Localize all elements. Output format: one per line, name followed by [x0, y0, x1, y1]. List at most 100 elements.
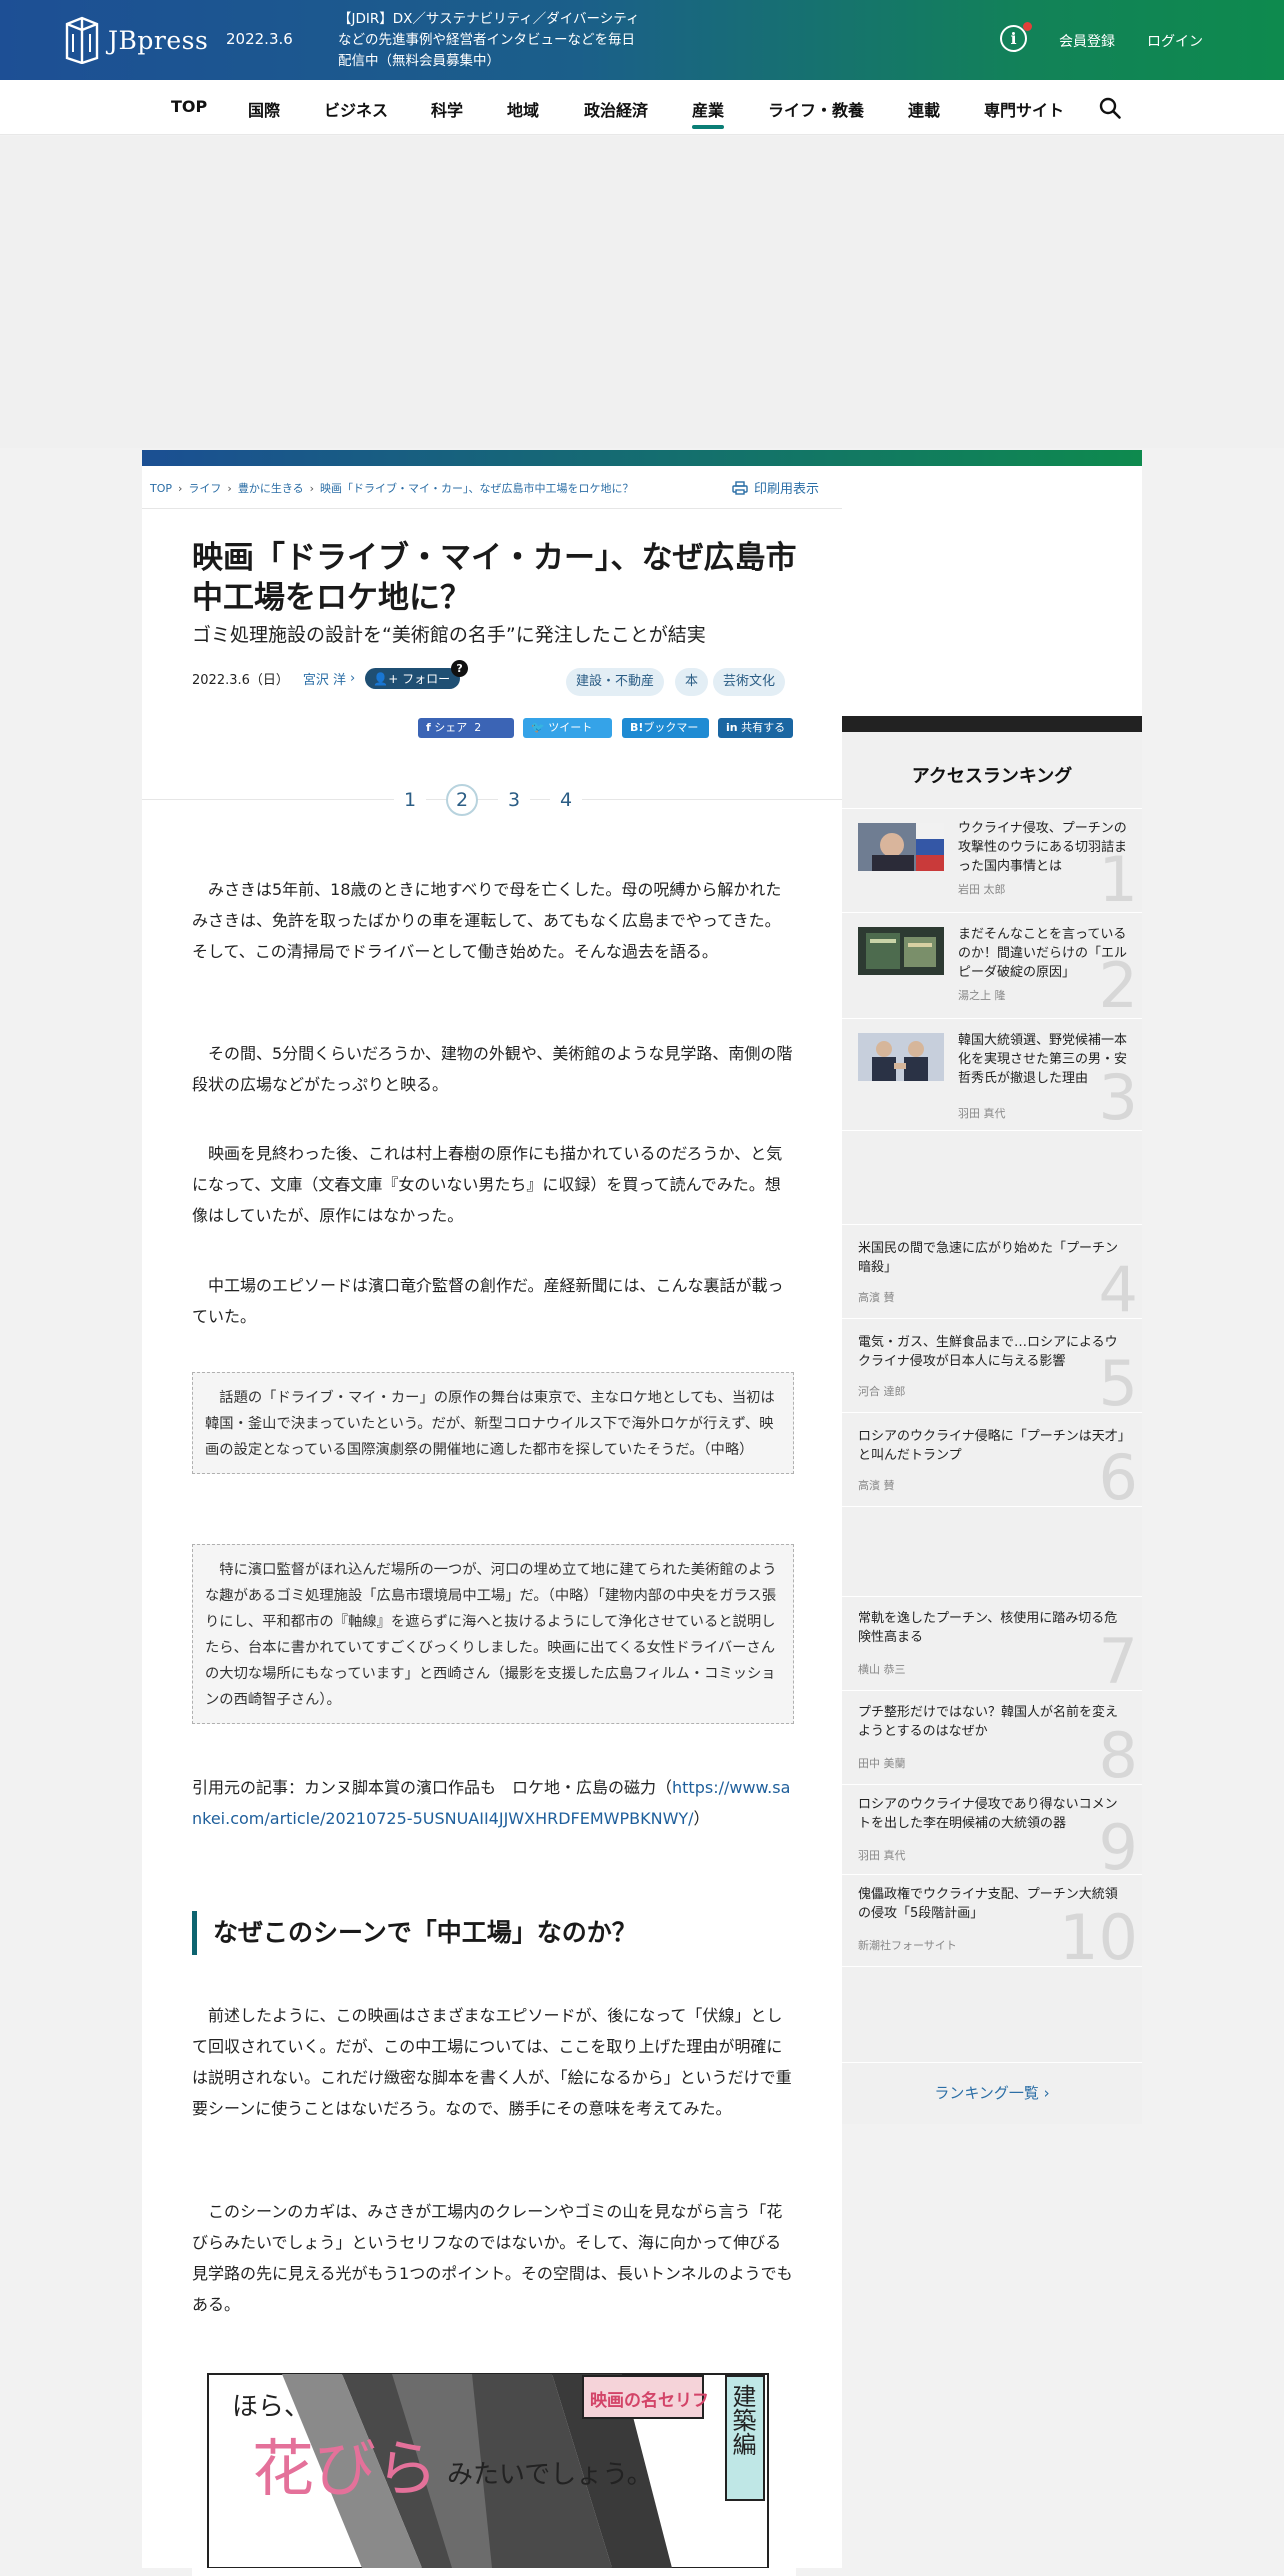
article-illustration[interactable]: ほら、 花びら みたいでしょう。 映画の名セリフ 建築編	[192, 2366, 796, 2576]
ranking-item-author: 新潮社フォーサイト	[858, 1939, 957, 1952]
follow-button[interactable]: 👤+ フォロー?	[365, 660, 469, 689]
illustration-badge: 映画の名セリフ	[590, 2391, 709, 2411]
ranking-number: 6	[1098, 1441, 1138, 1507]
nav-top[interactable]: TOP	[171, 97, 207, 116]
search-icon[interactable]	[1098, 96, 1122, 120]
ranking-item-7[interactable]: 常軌を逸したプーチン、核使用に踏み切る危険性高まる 横山 恭三 7	[842, 1596, 1142, 1690]
breadcrumb-separator: ›	[227, 482, 232, 495]
info-icon[interactable]: i	[1000, 22, 1032, 52]
ranking-item-author: 河合 達郎	[858, 1385, 906, 1398]
site-logo[interactable]: JBpress	[64, 16, 208, 64]
ranking-ad-slot	[842, 1506, 1142, 1596]
ranking-item-title: プチ整形だけではない？韓国人が名前を変えようとするのはなぜか	[858, 1705, 1119, 1739]
site-header: JBpress 2022.3.6 【JDIR】DX／サステナビリティ／ダイバーシ…	[0, 0, 1284, 80]
ranking-item-6[interactable]: ロシアのウクライナ侵略に「プーチンは天才」と叫んだトランプ 高濱 賛 6	[842, 1412, 1142, 1506]
ranking-thumbnail	[858, 823, 944, 871]
global-nav: TOP 国際 ビジネス 科学 地域 政治経済 産業 ライフ・教養 連載 専門サイ…	[0, 80, 1284, 135]
nav-series[interactable]: 連載	[908, 97, 940, 121]
ranking-number: 9	[1098, 1811, 1138, 1875]
page-4-link[interactable]: 4	[550, 784, 582, 816]
ranking-item-author: 高濱 賛	[858, 1291, 895, 1304]
person-add-icon: 👤+	[373, 672, 403, 686]
access-ranking: アクセスランキング ウクライナ侵攻、プーチンの攻撃性のウラにある切羽詰まった国内…	[842, 732, 1142, 2124]
body-paragraph: このシーンのカギは、みさきが工場内のクレーンやゴミの山を見ながら言う「花びらみた…	[192, 2202, 793, 2314]
source-citation: 引用元の記事：カンヌ脚本賞の濱口作品も ロケ地・広島の磁力（https://ww…	[192, 1772, 796, 1834]
login-link[interactable]: ログイン	[1147, 31, 1203, 51]
pager-divider	[142, 799, 842, 800]
article-date: 2022.3.6（日）	[192, 673, 289, 688]
nav-industry[interactable]: 産業	[692, 97, 725, 129]
tag-construction[interactable]: 建設・不動産	[566, 668, 665, 696]
section-heading: なぜこのシーンで「中工場」なのか？	[192, 1911, 796, 1955]
nav-special-sites[interactable]: 専門サイト	[984, 97, 1064, 121]
help-icon[interactable]: ?	[451, 660, 469, 677]
linkedin-share-button[interactable]: in 共有する	[718, 718, 793, 738]
page-1-link[interactable]: 1	[394, 784, 426, 816]
breadcrumb-separator: ›	[309, 482, 315, 495]
nav-international[interactable]: 国際	[248, 97, 280, 121]
ranking-ad-slot	[842, 1130, 1142, 1224]
facebook-icon: f	[426, 721, 431, 734]
ranking-number: 8	[1098, 1719, 1138, 1785]
source-suffix: ）	[693, 1809, 710, 1828]
ranking-item-title: ロシアのウクライナ侵攻であり得ないコメントを出した李在明候補の大統領の器	[858, 1797, 1118, 1831]
breadcrumb-living[interactable]: 豊かに生きる	[238, 482, 304, 495]
linkedin-icon: in	[726, 721, 738, 734]
chevron-right-icon: ›	[350, 671, 356, 686]
ranking-item-1[interactable]: ウクライナ侵攻、プーチンの攻撃性のウラにある切羽詰まった国内事情とは 岩田 太郎…	[842, 808, 1142, 912]
ranking-number: 10	[1059, 1901, 1138, 1967]
article-title: 映画「ドライブ・マイ・カー」、なぜ広島市中工場をロケ地に？	[192, 540, 797, 616]
ranking-item-9[interactable]: ロシアのウクライナ侵攻であり得ないコメントを出した李在明候補の大統領の器 羽田 …	[842, 1784, 1142, 1874]
ranking-more-link[interactable]: ランキング一覧 ›	[842, 2062, 1142, 2124]
hatena-icon: B!	[630, 721, 644, 734]
register-link[interactable]: 会員登録	[1059, 31, 1115, 51]
header-news-link[interactable]: 【JDIR】DX／サステナビリティ／ダイバーシティなどの先進事例や経営者インタビ…	[338, 9, 648, 72]
body-paragraph: 中工場のエピソードは濱口竜介監督の創作だ。産経新聞には、こんな裏話が載っていた。	[192, 1276, 784, 1326]
ranking-title: アクセスランキング	[911, 766, 1073, 787]
ranking-item-title: 電気・ガス、生鮮食品まで…ロシアによるウクライナ侵攻が日本人に与える影響	[858, 1335, 1118, 1369]
nav-life-culture[interactable]: ライフ・教養	[768, 97, 864, 121]
ranking-number: 3	[1098, 1061, 1138, 1130]
twitter-share-button[interactable]: 🐦 ツイート	[523, 718, 612, 738]
facebook-share-label: シェア	[434, 721, 468, 734]
divider	[142, 508, 842, 509]
nav-business[interactable]: ビジネス	[324, 97, 388, 121]
logo-text: JBpress	[108, 25, 209, 55]
ranking-number: 1	[1098, 843, 1138, 912]
breadcrumb-separator: ›	[178, 482, 183, 495]
ranking-number: 2	[1098, 949, 1138, 1018]
ranking-item-author: 岩田 太郎	[958, 883, 1006, 896]
ranking-item-5[interactable]: 電気・ガス、生鮮食品まで…ロシアによるウクライナ侵攻が日本人に与える影響 河合 …	[842, 1318, 1142, 1412]
breadcrumb: TOP › ライフ › 豊かに生きる › 映画「ドライブ・マイ・カー」、なぜ広島市中工場をロ…	[150, 480, 634, 496]
source-prefix: 引用元の記事：カンヌ脚本賞の濱口作品も ロケ地・広島の磁力（	[192, 1778, 673, 1797]
ranking-item-8[interactable]: プチ整形だけではない？韓国人が名前を変えようとするのはなぜか 田中 美蘭 8	[842, 1690, 1142, 1784]
page-3-link[interactable]: 3	[498, 784, 530, 816]
ranking-item-10[interactable]: 傀儡政権でウクライナ支配、プーチン大統領の侵攻「5段階計画」 新潮社フォーサイト…	[842, 1874, 1142, 1966]
ranking-ad-slot	[842, 1966, 1142, 2062]
ranking-item-author: 湯之上 隆	[958, 989, 1006, 1002]
author-link[interactable]: 宮沢 洋	[303, 669, 346, 688]
illustration-text-rest: みたいでしょう。	[447, 2460, 653, 2490]
logo-mark-icon	[65, 16, 99, 64]
ranking-thumbnail	[858, 1033, 944, 1081]
breadcrumb-top[interactable]: TOP	[150, 482, 172, 495]
print-view-label: 印刷用表示	[754, 482, 820, 497]
illustration-side-label: 建築編	[728, 2384, 756, 2456]
facebook-share-count: 2	[474, 721, 482, 734]
ranking-item-4[interactable]: 米国民の間で急速に広がり始めた「プーチン暗殺」 高濱 賛 4	[842, 1224, 1142, 1318]
tag-books[interactable]: 本	[675, 668, 709, 696]
breadcrumb-current[interactable]: 映画「ドライブ・マイ・カー」、なぜ広島市中工場をロケ地に？	[320, 482, 634, 495]
ranking-item-title: 常軌を逸したプーチン、核使用に踏み切る危険性高まる	[858, 1611, 1118, 1645]
hatena-bookmark-button[interactable]: B!ブックマーク	[622, 718, 709, 754]
breadcrumb-life[interactable]: ライフ	[188, 482, 221, 495]
nav-region[interactable]: 地域	[507, 97, 539, 121]
facebook-share-button[interactable]: f シェア 2	[418, 718, 514, 738]
print-view-link[interactable]: 印刷用表示	[732, 478, 819, 497]
ranking-header-bar	[842, 716, 1142, 732]
tag-arts[interactable]: 芸術文化	[713, 668, 786, 696]
ranking-item-3[interactable]: 韓国大統領選、野党候補一本化を実現させた第三の男・安哲秀氏が撤退した理由 羽田 …	[842, 1018, 1142, 1130]
nav-science[interactable]: 科学	[431, 97, 463, 121]
nav-politics-economy[interactable]: 政治経済	[584, 97, 648, 121]
ranking-item-title: ロシアのウクライナ侵略に「プーチンは天才」と叫んだトランプ	[858, 1429, 1125, 1463]
ranking-item-2[interactable]: まだそんなことを言っているのか！間違いだらけの「エルピーダ破綻の原因」 湯之上 …	[842, 912, 1142, 1018]
